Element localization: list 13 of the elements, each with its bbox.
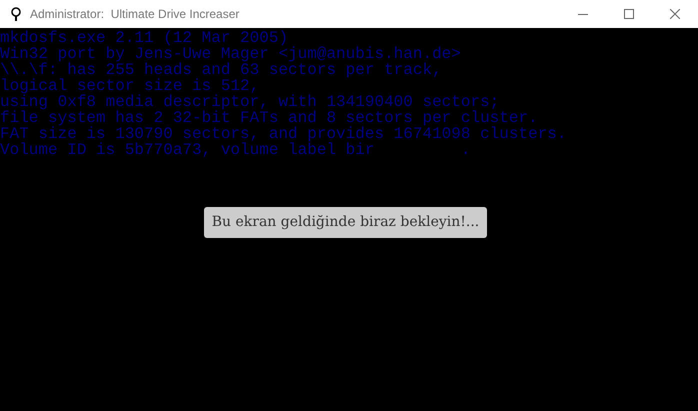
notice-message: Bu ekran geldiğinde biraz bekleyin!...: [204, 207, 487, 238]
console-line: FAT size is 130790 sectors, and provides 16741098 clusters.: [0, 126, 566, 142]
maximize-icon: [624, 9, 634, 19]
console-line: logical sector size is 512,: [0, 78, 260, 94]
console-line: file system has 2 32-bit FATs and 8 sectors per cluster.: [0, 110, 538, 126]
console-line: Volume ID is 5b770a73, volume label bir .: [0, 142, 470, 158]
window-title: Administrator: Ultimate Drive Increaser: [30, 6, 240, 23]
console-line: \\.\f: has 255 heads and 63 sectors per track,: [0, 62, 442, 78]
console-line: mkdosfs.exe 2.11 (12 Mar 2005): [0, 30, 288, 46]
console-line: Win32 port by Jens-Uwe Mager <jum@anubis.han.de>: [0, 46, 461, 62]
console-line: using 0xf8 media descriptor, with 134190400 sectors;: [0, 94, 500, 110]
close-icon: [670, 9, 680, 19]
app-icon: [10, 7, 22, 21]
